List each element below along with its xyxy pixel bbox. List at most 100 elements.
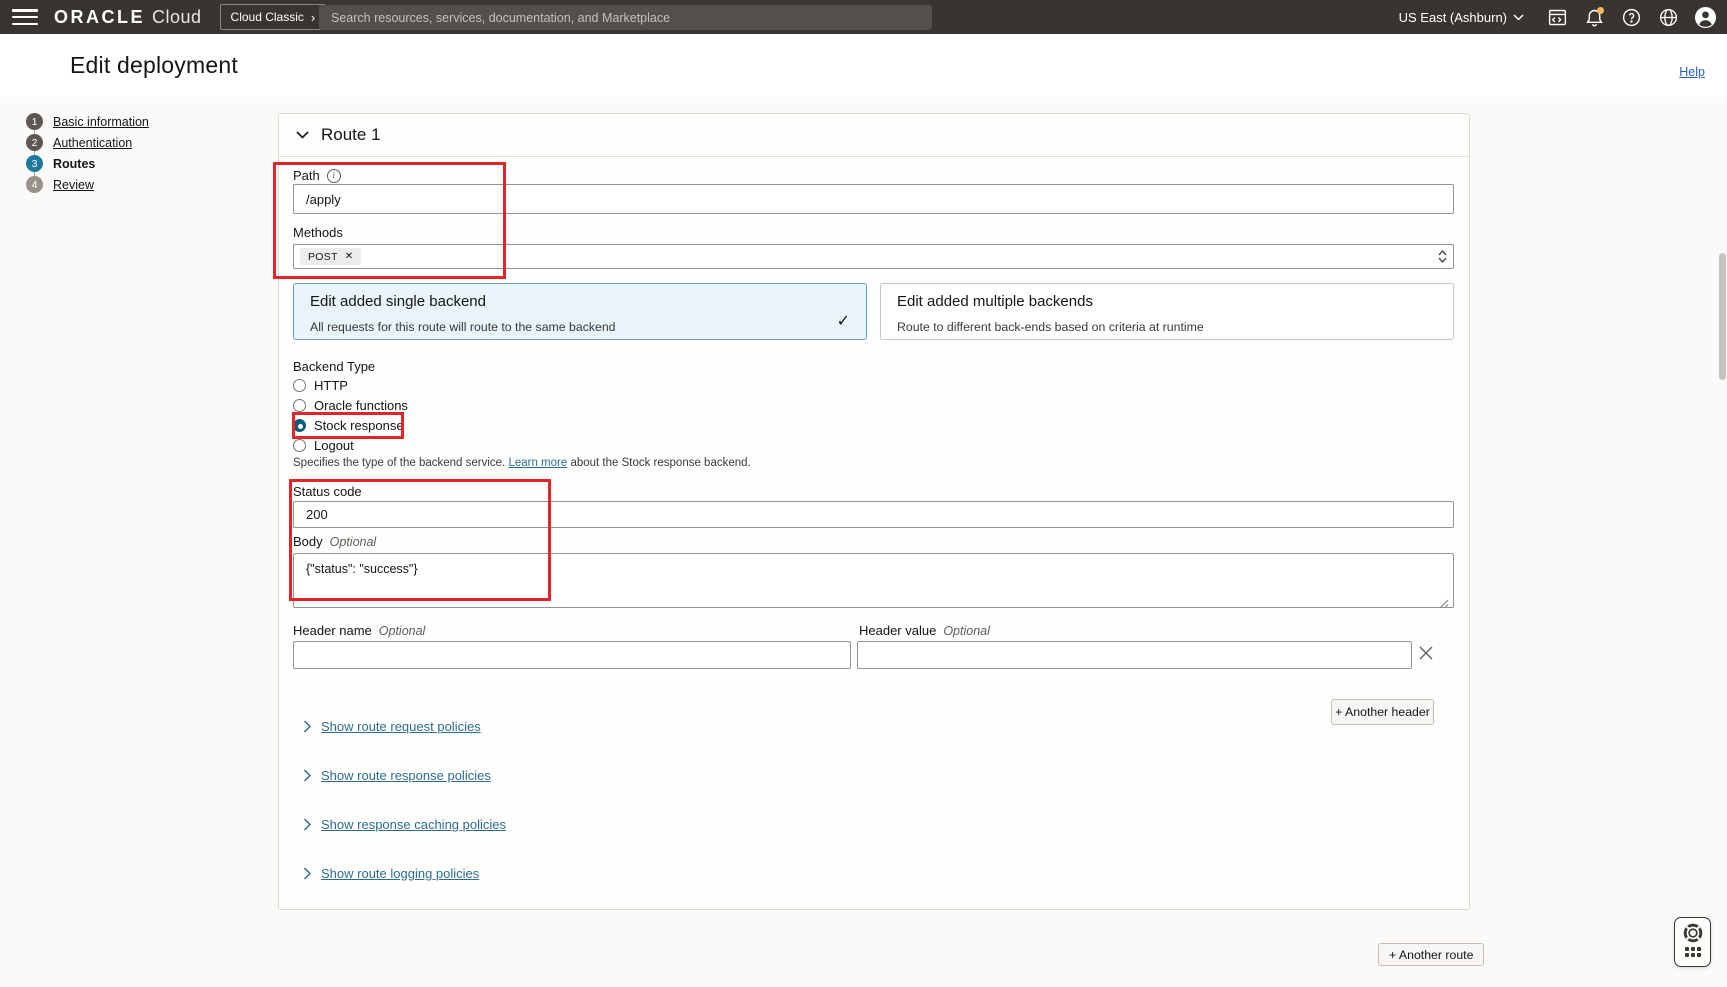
step-authentication[interactable]: 2 Authentication xyxy=(26,132,149,153)
menu-icon[interactable] xyxy=(12,9,38,25)
search-input[interactable] xyxy=(319,5,932,30)
card-subtitle: All requests for this route will route t… xyxy=(310,320,850,334)
header-value-label: Header value xyxy=(859,623,936,638)
optional-hint: Optional xyxy=(379,624,426,638)
life-ring-icon xyxy=(1682,922,1704,944)
method-tag-post: POST ✕ xyxy=(300,248,361,265)
radio-http[interactable]: HTTP xyxy=(293,375,408,395)
step-review[interactable]: 4 Review xyxy=(26,174,149,195)
card-subtitle: Route to different back-ends based on cr… xyxy=(897,320,1437,334)
vertical-scrollbar[interactable] xyxy=(1719,253,1726,380)
step-routes[interactable]: 3 Routes xyxy=(26,153,149,174)
help-text-pre: Specifies the type of the backend servic… xyxy=(293,457,508,469)
method-tag-label: POST xyxy=(308,251,338,263)
cloud-classic-button[interactable]: Cloud Classic › xyxy=(220,4,327,30)
status-code-label: Status code xyxy=(293,484,362,499)
brand-oracle: ORACLE xyxy=(54,7,145,28)
show-route-response-policies[interactable]: Show route response policies xyxy=(303,766,491,784)
global-search xyxy=(319,5,932,30)
route-section-header[interactable]: Route 1 xyxy=(279,114,1469,157)
page-header: Edit deployment Help xyxy=(0,34,1727,97)
methods-label-row: Methods xyxy=(293,225,343,240)
body-label-row: Body Optional xyxy=(293,534,376,549)
step-basic-information[interactable]: 1 Basic information xyxy=(26,111,149,132)
show-route-logging-policies[interactable]: Show route logging policies xyxy=(303,864,479,882)
user-avatar[interactable] xyxy=(1693,5,1717,29)
route-title: Route 1 xyxy=(321,125,381,145)
route-panel: Route 1 Path i Methods POST ✕ Edit added… xyxy=(278,113,1470,910)
step-number: 4 xyxy=(26,176,43,193)
notifications-bell-icon[interactable] xyxy=(1582,5,1606,29)
step-number: 3 xyxy=(26,155,43,172)
support-widget[interactable] xyxy=(1674,917,1711,967)
another-route-button[interactable]: + Another route xyxy=(1378,943,1484,966)
radio-label: HTTP xyxy=(314,378,348,393)
help-link[interactable]: Help xyxy=(1679,65,1705,79)
chevron-down-icon xyxy=(1513,14,1524,21)
radio-icon xyxy=(293,399,306,412)
topbar: ORACLE Cloud Cloud Classic › US East (As… xyxy=(0,0,1727,34)
resize-handle-icon[interactable] xyxy=(1439,596,1449,614)
optional-hint: Optional xyxy=(943,624,990,638)
header-value-label-row: Header value Optional xyxy=(859,623,990,638)
backend-type-radio-group: HTTP Oracle functions Stock response Log… xyxy=(293,375,408,455)
status-code-input[interactable] xyxy=(293,501,1454,528)
show-route-request-policies[interactable]: Show route request policies xyxy=(303,717,481,735)
chevron-right-icon xyxy=(303,818,311,831)
help-question-icon[interactable] xyxy=(1619,5,1643,29)
card-title: Edit added single backend xyxy=(310,293,850,310)
show-response-caching-policies[interactable]: Show response caching policies xyxy=(303,815,506,833)
chevron-down-icon xyxy=(296,131,309,139)
page-title: Edit deployment xyxy=(70,52,238,79)
radio-icon xyxy=(293,379,306,392)
drag-dots-icon xyxy=(1685,947,1701,957)
chevron-right-icon: › xyxy=(311,11,315,24)
radio-label: Logout xyxy=(314,438,354,453)
learn-more-link[interactable]: Learn more xyxy=(508,457,567,469)
cloud-classic-label: Cloud Classic xyxy=(231,10,304,24)
notification-badge xyxy=(1597,7,1604,14)
select-spinner-icon[interactable] xyxy=(1438,250,1447,263)
card-title: Edit added multiple backends xyxy=(897,293,1437,310)
header-name-input[interactable] xyxy=(293,641,851,669)
region-selector[interactable]: US East (Ashburn) xyxy=(1399,10,1524,25)
radio-label: Stock response xyxy=(314,418,404,433)
wizard-steps: 1 Basic information 2 Authentication 3 R… xyxy=(26,111,149,195)
policy-link-label: Show route request policies xyxy=(321,719,481,734)
policy-link-label: Show route response policies xyxy=(321,768,491,783)
header-value-input[interactable] xyxy=(857,641,1412,669)
step-label: Review xyxy=(53,178,94,192)
single-backend-card[interactable]: Edit added single backend All requests f… xyxy=(293,283,867,340)
brand-cloud: Cloud xyxy=(152,7,202,28)
policy-link-label: Show response caching policies xyxy=(321,817,506,832)
methods-select[interactable]: POST ✕ xyxy=(293,244,1454,269)
radio-stock-response[interactable]: Stock response xyxy=(293,415,408,435)
help-text-post: about the Stock response backend. xyxy=(567,457,750,469)
radio-logout[interactable]: Logout xyxy=(293,435,408,455)
radio-icon xyxy=(293,419,306,432)
remove-method-icon[interactable]: ✕ xyxy=(345,251,354,262)
another-header-button[interactable]: + Another header xyxy=(1331,699,1434,725)
oracle-cloud-logo[interactable]: ORACLE Cloud xyxy=(54,7,202,28)
globe-language-icon[interactable] xyxy=(1656,5,1680,29)
cloud-shell-icon[interactable] xyxy=(1545,5,1569,29)
header-name-label-row: Header name Optional xyxy=(293,623,425,638)
info-icon[interactable]: i xyxy=(327,169,341,183)
remove-header-icon[interactable] xyxy=(1417,644,1435,662)
chevron-right-icon xyxy=(303,720,311,733)
chevron-right-icon xyxy=(303,769,311,782)
multiple-backends-card[interactable]: Edit added multiple backends Route to di… xyxy=(880,283,1454,340)
path-label: Path xyxy=(293,168,320,183)
path-input[interactable] xyxy=(293,184,1454,214)
body-label: Body xyxy=(293,534,323,549)
radio-oracle-functions[interactable]: Oracle functions xyxy=(293,395,408,415)
content: 1 Basic information 2 Authentication 3 R… xyxy=(0,97,1727,987)
optional-hint: Optional xyxy=(330,535,377,549)
step-label: Routes xyxy=(53,157,95,171)
backend-type-help-text: Specifies the type of the backend servic… xyxy=(293,457,751,469)
backend-type-label: Backend Type xyxy=(293,359,375,374)
body-textarea[interactable]: {"status": "success"} xyxy=(293,553,1454,608)
topbar-right: US East (Ashburn) xyxy=(1399,0,1717,34)
backend-mode-cards: Edit added single backend All requests f… xyxy=(293,283,1454,340)
path-label-row: Path i xyxy=(293,168,341,183)
